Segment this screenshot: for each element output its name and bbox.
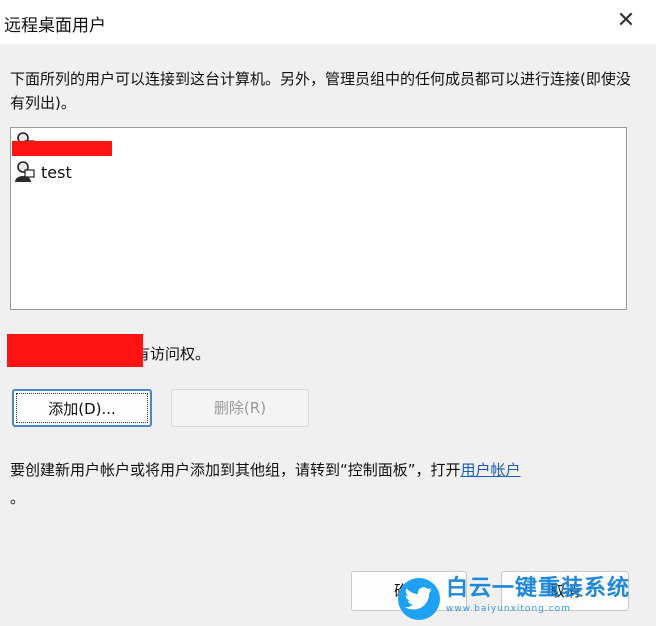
add-user-button[interactable]: 添加(D)... [12,389,152,427]
close-icon[interactable]: ✕ [606,6,646,38]
user-accounts-link[interactable]: 用户帐户 [461,461,521,479]
description-text: 下面所列的用户可以连接到这台计算机。另外，管理员组中的任何成员都可以进行连接(即… [10,70,631,112]
info-text: 要创建新用户帐户或将用户添加到其他组，请转到“控制面板”，打开用户帐户 。 [10,456,650,512]
user-name: test [41,162,72,182]
watermark-main: 白云一键重装系统 [446,576,631,601]
remove-user-button[interactable]: 删除(R) [171,389,309,427]
watermark-text: 白云一键重装系统 www.baiyunxitong.com [446,576,631,619]
bird-logo-icon [398,578,440,620]
user-icon [13,160,37,184]
info-trailing: 。 [10,489,26,507]
add-button-label: 添加(D)... [16,393,148,423]
info-text-body: 要创建新用户帐户或将用户添加到其他组，请转到“控制面板”，打开 [10,461,461,479]
watermark: 白云一键重装系统 www.baiyunxitong.com [398,574,656,624]
title-bar: 远程桌面用户 ✕ [0,0,656,44]
window-title: 远程桌面用户 [4,16,106,36]
watermark-url: www.baiyunxitong.com [446,604,571,614]
redaction-bar [7,334,143,367]
list-item[interactable]: test [13,159,72,185]
redaction-bar [12,141,112,156]
